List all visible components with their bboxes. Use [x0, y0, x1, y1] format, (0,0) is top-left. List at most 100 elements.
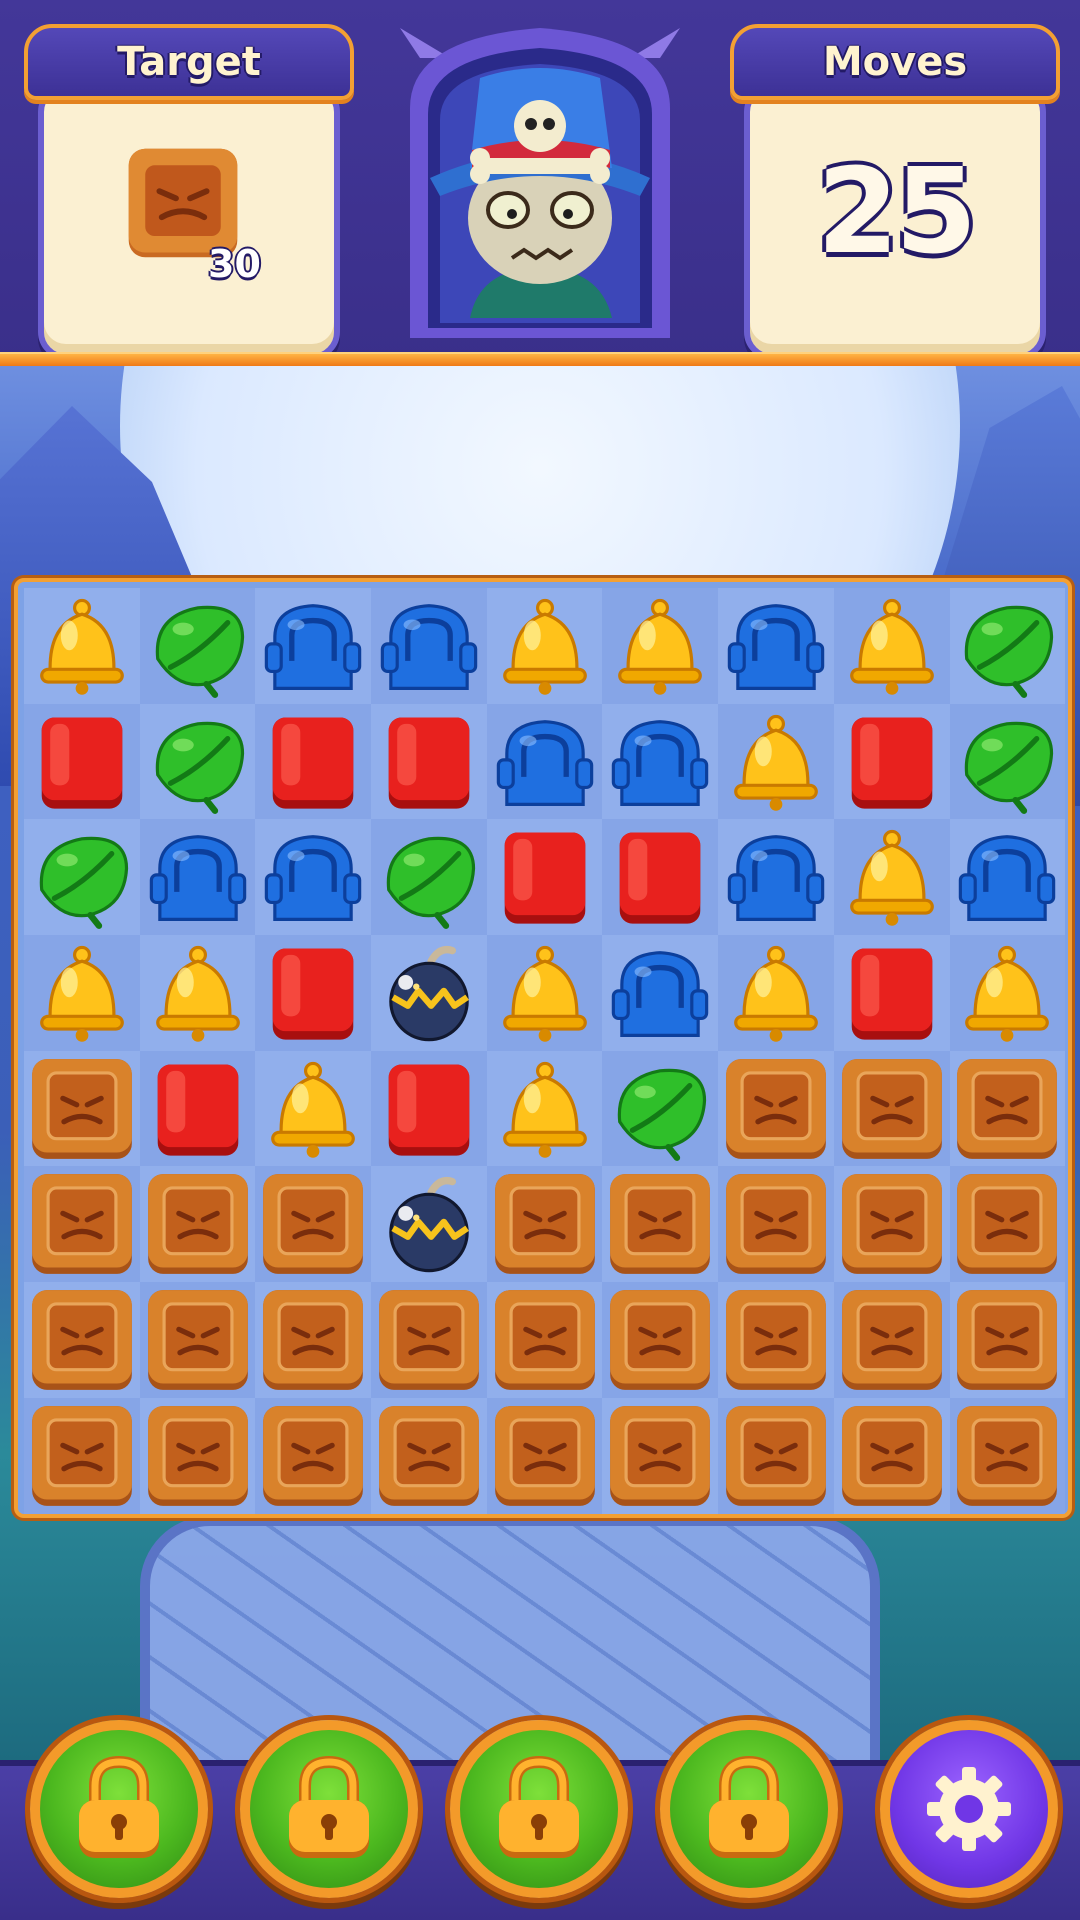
- cube-tile[interactable]: [145, 1056, 251, 1162]
- bell-tile[interactable]: [839, 593, 945, 699]
- crate-tile[interactable]: [376, 1403, 482, 1509]
- bell-tile[interactable]: [492, 1056, 598, 1162]
- board-cell[interactable]: [949, 819, 1066, 936]
- cube-tile[interactable]: [29, 709, 135, 815]
- bomb-tile[interactable]: [376, 1171, 482, 1277]
- crate-tile[interactable]: [723, 1403, 829, 1509]
- crate-tile[interactable]: [839, 1287, 945, 1393]
- board-cell[interactable]: [371, 1282, 487, 1398]
- locked-booster-button[interactable]: [240, 1720, 418, 1898]
- board-cell[interactable]: [255, 819, 372, 936]
- board-cell[interactable]: [255, 1050, 372, 1167]
- board-cell[interactable]: [486, 703, 603, 820]
- crate-tile[interactable]: [607, 1287, 713, 1393]
- bell-tile[interactable]: [492, 593, 598, 699]
- board-cell[interactable]: [139, 1397, 256, 1514]
- tomb-tile[interactable]: [260, 824, 366, 930]
- leaf-tile[interactable]: [145, 709, 251, 815]
- bell-tile[interactable]: [29, 593, 135, 699]
- crate-tile[interactable]: [954, 1171, 1060, 1277]
- crate-tile[interactable]: [607, 1403, 713, 1509]
- crate-tile[interactable]: [145, 1403, 251, 1509]
- bell-tile[interactable]: [260, 1056, 366, 1162]
- crate-tile[interactable]: [723, 1171, 829, 1277]
- cube-tile[interactable]: [492, 824, 598, 930]
- cube-tile[interactable]: [376, 709, 482, 815]
- crate-tile[interactable]: [954, 1056, 1060, 1162]
- board-cell[interactable]: [255, 703, 372, 820]
- board-cell[interactable]: [486, 588, 603, 704]
- board-cell[interactable]: [139, 1050, 256, 1167]
- tomb-tile[interactable]: [723, 824, 829, 930]
- crate-tile[interactable]: [839, 1056, 945, 1162]
- board-cell[interactable]: [24, 1050, 140, 1167]
- board-cell[interactable]: [718, 1397, 834, 1514]
- board-cell[interactable]: [139, 935, 256, 1051]
- board-cell[interactable]: [255, 1166, 372, 1283]
- crate-tile[interactable]: [492, 1403, 598, 1509]
- board-cell[interactable]: [486, 1397, 603, 1514]
- board-cell[interactable]: [139, 588, 256, 704]
- bell-tile[interactable]: [607, 593, 713, 699]
- crate-tile[interactable]: [492, 1171, 598, 1277]
- crate-tile[interactable]: [260, 1287, 366, 1393]
- board-cell[interactable]: [255, 1282, 372, 1398]
- crate-tile[interactable]: [954, 1287, 1060, 1393]
- board-cell[interactable]: [602, 1397, 719, 1514]
- cube-tile[interactable]: [839, 940, 945, 1046]
- board-cell[interactable]: [486, 1050, 603, 1167]
- tomb-tile[interactable]: [723, 593, 829, 699]
- board-cell[interactable]: [949, 1397, 1066, 1514]
- cube-tile[interactable]: [260, 940, 366, 1046]
- crate-tile[interactable]: [29, 1287, 135, 1393]
- board-cell[interactable]: [24, 935, 140, 1051]
- tomb-tile[interactable]: [492, 709, 598, 815]
- crate-tile[interactable]: [723, 1287, 829, 1393]
- bell-tile[interactable]: [29, 940, 135, 1046]
- locked-booster-button[interactable]: [660, 1720, 838, 1898]
- board-cell[interactable]: [371, 1050, 487, 1167]
- board-cell[interactable]: [24, 1166, 140, 1283]
- board-cell[interactable]: [486, 819, 603, 936]
- crate-tile[interactable]: [607, 1171, 713, 1277]
- cube-tile[interactable]: [839, 709, 945, 815]
- board-cell[interactable]: [139, 819, 256, 936]
- bell-tile[interactable]: [954, 940, 1060, 1046]
- board-cell[interactable]: [949, 588, 1066, 704]
- board-cell[interactable]: [833, 819, 950, 936]
- board-cell[interactable]: [833, 935, 950, 1051]
- tomb-tile[interactable]: [607, 940, 713, 1046]
- crate-tile[interactable]: [145, 1171, 251, 1277]
- board-cell[interactable]: [602, 1050, 719, 1167]
- tomb-tile[interactable]: [145, 824, 251, 930]
- board-cell[interactable]: [602, 1166, 719, 1283]
- board-cell[interactable]: [833, 1282, 950, 1398]
- board-cell[interactable]: [949, 935, 1066, 1051]
- board-cell[interactable]: [486, 1282, 603, 1398]
- locked-booster-button[interactable]: [30, 1720, 208, 1898]
- leaf-tile[interactable]: [145, 593, 251, 699]
- board-cell[interactable]: [486, 1166, 603, 1283]
- crate-tile[interactable]: [29, 1403, 135, 1509]
- board-cell[interactable]: [718, 703, 834, 820]
- crate-tile[interactable]: [839, 1171, 945, 1277]
- board-cell[interactable]: [833, 703, 950, 820]
- board-cell[interactable]: [602, 588, 719, 704]
- cube-tile[interactable]: [260, 709, 366, 815]
- tomb-tile[interactable]: [260, 593, 366, 699]
- board-cell[interactable]: [24, 819, 140, 936]
- board-cell[interactable]: [24, 1397, 140, 1514]
- leaf-tile[interactable]: [954, 709, 1060, 815]
- crate-tile[interactable]: [145, 1287, 251, 1393]
- board-cell[interactable]: [602, 703, 719, 820]
- board-cell[interactable]: [371, 935, 487, 1051]
- board-cell[interactable]: [718, 1166, 834, 1283]
- leaf-tile[interactable]: [376, 824, 482, 930]
- crate-tile[interactable]: [29, 1056, 135, 1162]
- tomb-tile[interactable]: [954, 824, 1060, 930]
- board-cell[interactable]: [949, 703, 1066, 820]
- board-cell[interactable]: [371, 703, 487, 820]
- board-cell[interactable]: [833, 1397, 950, 1514]
- board-cell[interactable]: [139, 1166, 256, 1283]
- board-cell[interactable]: [371, 1166, 487, 1283]
